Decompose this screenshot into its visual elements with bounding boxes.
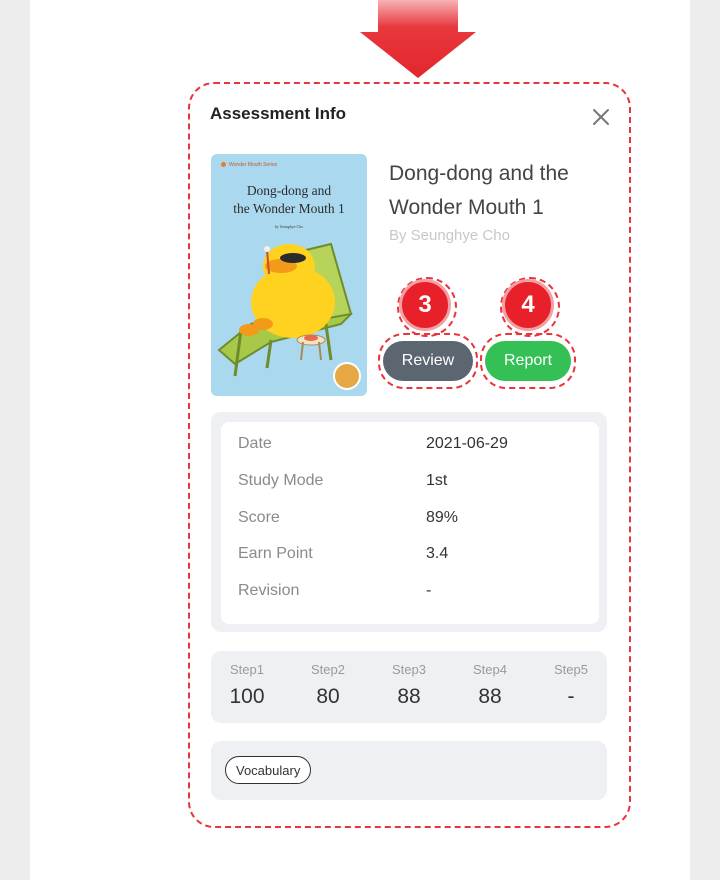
step-badge-report: 4 [502,279,554,331]
info-value: - [426,582,432,599]
book-author: By Seunghye Cho [389,227,510,244]
info-value: 2021-06-29 [426,435,508,452]
step-value: 88 [478,685,502,708]
step-label: Step3 [392,662,426,677]
info-value: 3.4 [426,545,449,562]
info-label: Earn Point [238,545,313,562]
steps-panel: Step1 100 Step2 80 Step3 88 Step4 88 Ste… [211,651,607,723]
info-label: Score [238,509,280,526]
step-label: Step1 [230,662,264,677]
info-value: 89% [426,509,459,526]
info-label: Revision [238,582,300,599]
step-value: - [567,685,575,708]
step-label: Step4 [473,662,507,677]
step-label: Step2 [311,662,345,677]
info-label: Date [238,435,272,452]
report-button[interactable]: Report [485,341,571,381]
dialog-title: Assessment Info [210,104,347,123]
tags-panel: Vocabulary [211,741,607,800]
info-value: 1st [426,472,448,489]
review-button[interactable]: Review [383,341,473,381]
book-title: Dong-dong and the Wonder Mouth 1 [389,162,569,219]
cover-title: Dong-dong and the Wonder Mouth 1 [233,183,345,216]
cover-series-label: Wonder Mouth Series [221,162,277,168]
step-value: 88 [397,685,421,708]
step-label: Step5 [554,662,588,677]
book-cover: Wonder Mouth Series Dong-dong and the Wo… [211,154,367,396]
close-icon[interactable] [589,105,613,129]
down-arrow-icon [360,0,476,78]
info-label: Study Mode [238,472,324,489]
step-value: 80 [316,685,340,708]
tag-vocabulary[interactable]: Vocabulary [225,756,312,784]
cover-author: by Seunghye Cho [274,224,304,229]
step-badge-review: 3 [399,279,451,331]
step-value: 100 [229,685,265,708]
